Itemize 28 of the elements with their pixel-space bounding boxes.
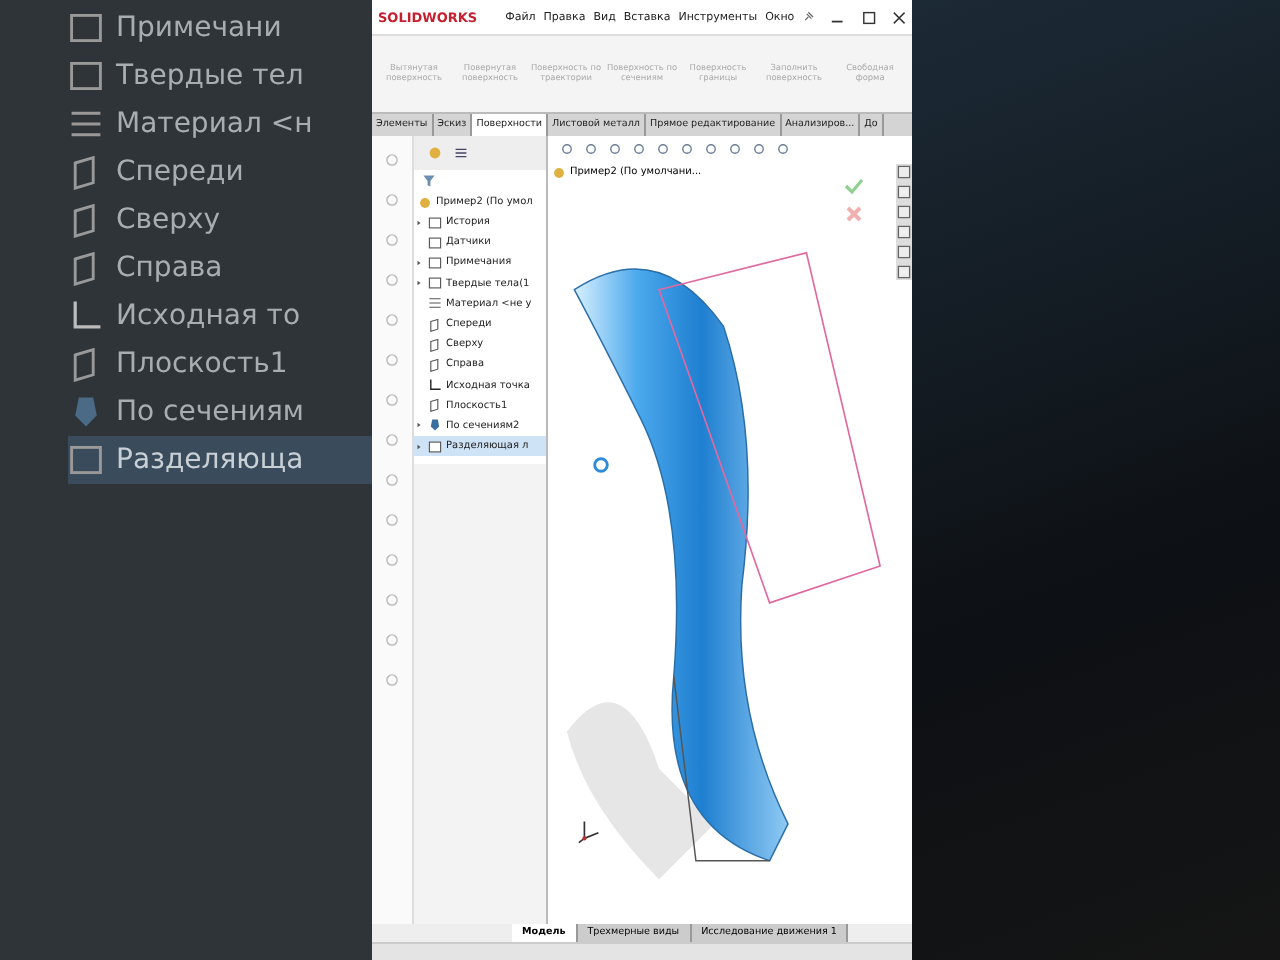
tree-item-label: По сечениям xyxy=(116,396,304,428)
tree-item-label: Примечани xyxy=(116,12,282,44)
tree-item-label: Твердые тел xyxy=(116,60,304,92)
axes-icon xyxy=(576,816,604,844)
tree-item-label: Сверху xyxy=(116,204,221,236)
cone-icon xyxy=(428,418,442,433)
maximize-icon[interactable] xyxy=(861,9,876,25)
folder-icon xyxy=(68,58,104,94)
axes-icon xyxy=(68,298,104,334)
list-icon[interactable] xyxy=(452,144,470,162)
circle-icon xyxy=(592,456,610,474)
tree-item-label: Разделяюща xyxy=(116,444,304,476)
close-icon[interactable] xyxy=(891,9,906,25)
folder-icon xyxy=(428,439,442,454)
check-icon[interactable] xyxy=(844,176,864,196)
tree-item-label: Плоскость1 xyxy=(116,348,288,380)
pin-icon[interactable] xyxy=(802,10,815,24)
list-icon xyxy=(428,296,442,311)
list-icon xyxy=(68,106,104,142)
folder-icon xyxy=(68,10,104,46)
tree-item-label: Исходная то xyxy=(116,300,301,332)
tree-item-label: Материал <н xyxy=(116,108,313,140)
tree-item-label: Спереди xyxy=(116,156,244,188)
plane-icon xyxy=(428,398,442,413)
axes-icon xyxy=(428,378,442,393)
folder-icon xyxy=(68,442,104,478)
tree-item-label: Справа xyxy=(116,252,223,284)
filter-icon[interactable] xyxy=(422,174,436,188)
